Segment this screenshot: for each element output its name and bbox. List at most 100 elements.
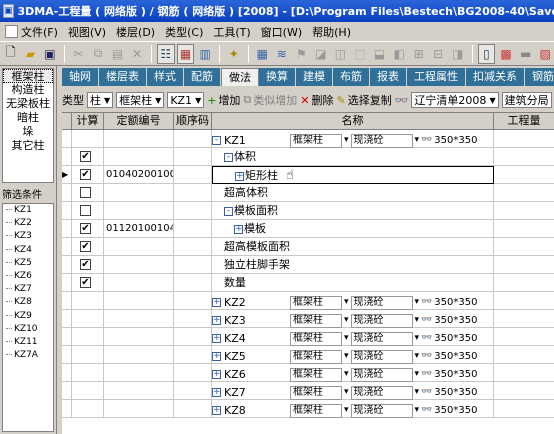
expand-icon[interactable]: + <box>212 406 221 415</box>
name-cell[interactable]: + KZ7 框架柱 ▾ 现浇砼 ▾ 👓 350*350 <box>212 382 494 400</box>
menu-item-view[interactable]: 视图(V) <box>63 22 111 41</box>
expand-icon[interactable]: + <box>212 316 221 325</box>
tool-icon-6[interactable]: ◧ <box>390 44 408 64</box>
code-cell[interactable] <box>104 202 174 220</box>
material-select[interactable]: 现浇砼 <box>350 385 413 400</box>
expand-icon[interactable]: + <box>212 334 221 343</box>
open-folder-icon[interactable]: ▰ <box>22 44 40 64</box>
calc-checkbox[interactable] <box>80 205 91 216</box>
binoculars-icon[interactable]: 👓 <box>421 366 432 382</box>
component-type-select[interactable]: 框架柱 <box>290 367 342 382</box>
material-select[interactable]: 现浇砼 <box>350 403 413 418</box>
order-cell[interactable] <box>174 166 212 184</box>
tab-8[interactable]: 报表 <box>370 68 407 86</box>
column-header-order[interactable]: 顺序码 <box>174 113 212 130</box>
name-cell[interactable]: + KZ5 框架柱 ▾ 现浇砼 ▾ 👓 350*350 <box>212 346 494 364</box>
order-cell[interactable] <box>174 400 212 418</box>
tool-icon-1[interactable]: ⚑ <box>293 44 311 64</box>
code-cell[interactable] <box>104 382 174 400</box>
copy-icon[interactable]: ⧉ <box>89 44 107 64</box>
name-cell[interactable]: +矩形柱 ☝ <box>212 166 494 184</box>
beam-icon[interactable]: ▬ <box>517 44 535 64</box>
table-row[interactable]: ✔ 数量 <box>62 274 554 292</box>
tree-item[interactable]: KZ6 <box>3 270 53 283</box>
calc-checkbox[interactable]: ✔ <box>80 151 91 162</box>
menu-item-tools[interactable]: 工具(T) <box>208 22 255 41</box>
table-row[interactable]: + KZ2 框架柱 ▾ 现浇砼 ▾ 👓 350*350 <box>62 292 554 310</box>
material-select[interactable]: 现浇砼 <box>350 331 413 346</box>
save-icon[interactable]: ▣ <box>41 44 59 64</box>
binoculars-icon[interactable]: 👓 <box>421 402 432 418</box>
material-select[interactable]: 现浇砼 <box>350 295 413 310</box>
table-row[interactable]: - 模板面积 <box>62 202 554 220</box>
tree-item[interactable]: KZ8 <box>3 296 53 309</box>
component-type-select[interactable]: 框架柱 <box>290 313 342 328</box>
menu-item-window[interactable]: 窗口(W) <box>256 22 307 41</box>
code-cell[interactable] <box>104 256 174 274</box>
code-cell[interactable] <box>104 148 174 166</box>
name-cell[interactable]: - 模板面积 <box>212 202 494 220</box>
delete-button[interactable]: ✕ 删除 <box>300 92 333 108</box>
tool-icon-4[interactable]: ⬚ <box>351 44 369 64</box>
wall-icon[interactable]: ▩ <box>497 44 515 64</box>
tree-item[interactable]: KZ11 <box>3 336 53 349</box>
collapse-icon[interactable]: - <box>224 152 233 162</box>
tab-0[interactable]: 轴网 <box>62 68 99 86</box>
tree-item[interactable]: KZ5 <box>3 257 53 270</box>
name-cell[interactable]: 独立柱脚手架 <box>212 256 494 274</box>
quantity-cell[interactable] <box>494 130 554 148</box>
grid-icon[interactable]: ▦ <box>254 44 272 64</box>
quantity-cell[interactable] <box>494 382 554 400</box>
material-select[interactable]: 现浇砼 <box>350 313 413 328</box>
calc-checkbox[interactable]: ✔ <box>80 169 91 180</box>
calc-checkbox[interactable]: ✔ <box>80 241 91 252</box>
order-cell[interactable] <box>174 130 212 148</box>
quantity-cell[interactable] <box>494 346 554 364</box>
table-row[interactable]: + KZ5 框架柱 ▾ 现浇砼 ▾ 👓 350*350 <box>62 346 554 364</box>
wand-icon[interactable]: ✦ <box>225 44 243 64</box>
code-select[interactable]: KZ1 ▼ <box>167 92 205 108</box>
table-row[interactable]: + KZ8 框架柱 ▾ 现浇砼 ▾ 👓 350*350 <box>62 400 554 418</box>
binoculars-icon[interactable]: 👓 <box>421 384 432 400</box>
quantity-cell[interactable] <box>494 166 554 184</box>
order-cell[interactable] <box>174 220 212 238</box>
name-cell[interactable]: - KZ1 框架柱 ▾ 现浇砼 ▾ 👓 350*350 <box>212 130 494 148</box>
expand-icon[interactable]: + <box>212 388 221 397</box>
component-type-select[interactable]: 框架柱 <box>290 403 342 418</box>
table-row[interactable]: ✔ 超高模板面积 <box>62 238 554 256</box>
tree-item[interactable]: KZ10 <box>3 323 53 336</box>
column-header-quantity[interactable]: 工程量 <box>494 113 554 130</box>
quantity-cell[interactable] <box>494 148 554 166</box>
collapse-icon[interactable]: - <box>224 206 233 216</box>
table-row[interactable]: ✔ 011201001048 +模板 <box>62 220 554 238</box>
tree-item[interactable]: KZ7A <box>3 349 53 362</box>
tool-icon-3[interactable]: ◫ <box>332 44 350 64</box>
cut-icon[interactable]: ✂ <box>70 44 88 64</box>
select-copy-button[interactable]: ✎ 选择复制 <box>337 92 392 108</box>
tab-10[interactable]: 扣减关系 <box>466 68 525 86</box>
quantity-cell[interactable] <box>494 328 554 346</box>
name-cell[interactable]: - 体积 <box>212 148 494 166</box>
material-select[interactable]: 现浇砼 <box>350 349 413 364</box>
menu-item-help[interactable]: 帮助(H) <box>307 22 356 41</box>
tree-item[interactable]: KZ4 <box>3 244 53 257</box>
expand-icon[interactable]: + <box>212 370 221 379</box>
list-item[interactable]: 无梁板柱 <box>3 97 53 111</box>
code-cell[interactable] <box>104 130 174 148</box>
table-row[interactable]: 超高体积 <box>62 184 554 202</box>
slab-icon[interactable]: ▨ <box>536 44 554 64</box>
name-cell[interactable]: 数量 <box>212 274 494 292</box>
quantity-cell[interactable] <box>494 292 554 310</box>
order-cell[interactable] <box>174 148 212 166</box>
quantity-cell[interactable] <box>494 256 554 274</box>
tab-3[interactable]: 配筋 <box>184 68 221 86</box>
quantity-cell[interactable] <box>494 202 554 220</box>
list-view-icon[interactable]: ☷ <box>156 43 175 64</box>
name-cell[interactable]: + KZ8 框架柱 ▾ 现浇砼 ▾ 👓 350*350 <box>212 400 494 418</box>
order-cell[interactable] <box>174 292 212 310</box>
table-row[interactable]: ✔ - 体积 <box>62 148 554 166</box>
tab-2[interactable]: 样式 <box>147 68 184 86</box>
calc-checkbox[interactable]: ✔ <box>80 259 91 270</box>
table-row[interactable]: + KZ3 框架柱 ▾ 现浇砼 ▾ 👓 350*350 <box>62 310 554 328</box>
tool-icon-7[interactable]: ⊞ <box>410 44 428 64</box>
